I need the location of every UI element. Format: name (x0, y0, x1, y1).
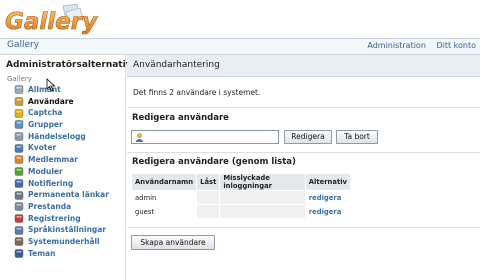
top-links: Administration Ditt konto (359, 41, 476, 50)
sidebar-item-label: Prestanda (28, 201, 72, 211)
sidebar-item-label: Teman (28, 248, 56, 258)
table-header-row: Användarnamn Låst Misslyckade inloggning… (130, 173, 352, 191)
locked-cell (196, 190, 221, 205)
svg-text:Gallery: Gallery (5, 9, 98, 35)
page-title: Användarhantering (127, 55, 480, 77)
sidebar-item-label: Permanenta länkar (28, 190, 109, 200)
members-icon (14, 155, 24, 165)
sidebar-item-label: Registrering (28, 213, 81, 223)
breadcrumb-gallery[interactable]: Gallery (7, 40, 39, 50)
header: Gallery (0, 0, 480, 38)
username-field[interactable] (131, 130, 279, 144)
edit-user-link[interactable]: redigera (304, 190, 352, 205)
sidebar-item-label: Språkinställningar (28, 225, 107, 235)
sidebar-item-allmänt[interactable]: Allmänt (14, 84, 109, 96)
column-header-locked: Låst (196, 173, 221, 191)
table-row: admin redigera (130, 190, 352, 205)
sidebar-item-moduler[interactable]: Moduler (14, 166, 109, 178)
user-count-info: Det finns 2 användare i systemet. (133, 88, 261, 97)
sidebar-item-registrering[interactable]: Registrering (14, 213, 109, 225)
divider (127, 227, 480, 228)
top-navigation-bar: Gallery Administration Ditt konto (0, 38, 480, 55)
sidebar-item-systemunderhåll[interactable]: Systemunderhåll (14, 236, 109, 248)
sidebar-item-label: Grupper (28, 120, 63, 130)
shield-icon (14, 109, 24, 118)
sidebar-item-label: Captcha (28, 108, 63, 118)
log-icon (14, 132, 24, 141)
delete-button[interactable]: Ta bort (336, 130, 378, 144)
sidebar-menu: Allmänt Användare Captcha Grupper Händelselo… (14, 84, 109, 259)
locked-cell (196, 204, 221, 219)
column-header-options: Alternativ (304, 173, 352, 191)
edit-button[interactable]: Redigera (284, 130, 332, 144)
sidebar-title: Administratörsalternativ (6, 60, 132, 70)
register-icon (14, 214, 24, 223)
edit-users-list-heading: Redigera användare (genom lista) (132, 157, 296, 167)
sidebar-item-label: Kvoter (28, 143, 57, 153)
sidebar: Administratörsalternativ Gallery Allmänt… (0, 55, 132, 280)
edit-user-link[interactable]: redigera (304, 204, 352, 219)
sidebar-item-label: Händelselogg (28, 131, 86, 141)
sidebar-item-grupper[interactable]: Grupper (14, 119, 109, 131)
edit-user-heading: Redigera användare (132, 113, 229, 123)
language-icon (14, 225, 24, 235)
your-account-link[interactable]: Ditt konto (436, 41, 476, 50)
sidebar-item-label: Notifiering (28, 178, 74, 188)
user-icon (135, 132, 144, 142)
sidebar-item-språkinställningar[interactable]: Språkinställningar (14, 224, 109, 236)
gallery-logo[interactable]: Gallery (3, 2, 123, 36)
puzzle-icon (14, 167, 24, 176)
create-user-button[interactable]: Skapa användare (131, 235, 215, 250)
failed-logins-cell (219, 204, 306, 219)
sidebar-item-label: Systemunderhåll (28, 236, 100, 246)
column-header-username: Användarnamn (130, 173, 198, 191)
maintenance-icon (14, 237, 24, 246)
sidebar-item-medlemmar[interactable]: Medlemmar (14, 154, 109, 166)
failed-logins-cell (219, 190, 306, 205)
sidebar-item-label: Medlemmar (28, 155, 78, 165)
general-icon (14, 85, 24, 95)
administration-link[interactable]: Administration (367, 41, 426, 50)
sidebar-item-permanenta-länkar[interactable]: Permanenta länkar (14, 189, 109, 201)
quota-icon (14, 144, 24, 153)
username-cell: admin (130, 190, 198, 205)
sidebar-item-användare[interactable]: Användare (14, 96, 109, 108)
sidebar-item-notifiering[interactable]: Notifiering (14, 178, 109, 190)
sidebar-item-kvoter[interactable]: Kvoter (14, 142, 109, 154)
groups-icon (14, 120, 24, 130)
sidebar-item-label: Moduler (28, 166, 63, 176)
divider (127, 107, 480, 108)
sidebar-group-label: Gallery (7, 75, 32, 83)
sidebar-item-label: Användare (28, 96, 74, 106)
sidebar-item-prestanda[interactable]: Prestanda (14, 201, 109, 213)
divider (127, 152, 480, 153)
sidebar-item-teman[interactable]: Teman (14, 248, 109, 260)
mouse-cursor-icon (46, 78, 56, 92)
users-table: Användarnamn Låst Misslyckade inloggning… (130, 173, 352, 219)
sidebar-item-händelselogg[interactable]: Händelselogg (14, 131, 109, 143)
sidebar-item-captcha[interactable]: Captcha (14, 107, 109, 119)
username-cell: guest (130, 204, 198, 219)
themes-icon (14, 249, 24, 258)
table-row: guest redigera (130, 204, 352, 219)
mail-icon (14, 179, 24, 188)
column-header-failed-logins: Misslyckade inloggningar (219, 173, 306, 191)
username-input[interactable] (144, 131, 264, 143)
anchor-icon (14, 190, 24, 200)
users-icon (14, 97, 24, 106)
main-content: Användarhantering Det finns 2 användare … (127, 55, 480, 280)
gauge-icon (14, 202, 24, 211)
